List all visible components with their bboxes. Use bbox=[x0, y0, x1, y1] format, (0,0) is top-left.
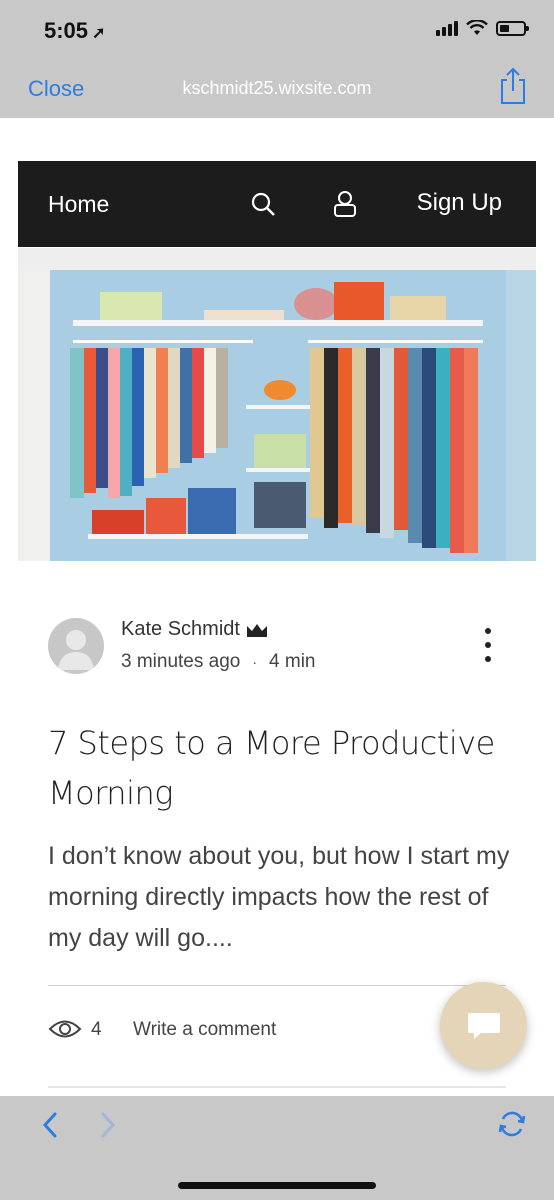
battery-icon bbox=[496, 20, 529, 36]
url-display[interactable]: kschmidt25.wixsite.com bbox=[0, 78, 554, 99]
crown-icon bbox=[246, 623, 267, 637]
closet-illustration bbox=[18, 270, 536, 561]
location-arrow-icon: ➚ bbox=[92, 25, 106, 42]
author-avatar[interactable] bbox=[48, 618, 104, 674]
write-comment-link[interactable]: Write a comment bbox=[133, 1019, 276, 1041]
cellular-signal-icon bbox=[436, 20, 458, 36]
section-rule bbox=[48, 1086, 506, 1088]
post-meta: 3 minutes ago · 4 min bbox=[121, 651, 316, 673]
more-options-icon[interactable] bbox=[480, 628, 496, 662]
eye-icon bbox=[48, 1020, 82, 1038]
hero-top-band bbox=[18, 248, 536, 270]
user-account-icon[interactable] bbox=[331, 190, 359, 218]
nav-home-link[interactable]: Home bbox=[48, 191, 109, 218]
divider bbox=[48, 985, 506, 986]
status-icons bbox=[436, 20, 529, 36]
site-navbar: Home Sign Up bbox=[18, 161, 536, 247]
view-count: 4 bbox=[91, 1019, 102, 1040]
sign-up-button[interactable]: Sign Up bbox=[417, 189, 502, 217]
browser-top-bar: 5:05 ➚ Close kschmidt25.wixsite.com bbox=[0, 0, 554, 118]
chat-button[interactable] bbox=[440, 982, 527, 1069]
author-row: Kate Schmidt bbox=[121, 618, 268, 641]
browser-bottom-bar bbox=[0, 1096, 554, 1200]
post-title[interactable]: 7 Steps to a More Productive Morning bbox=[48, 718, 518, 818]
read-time: 4 min bbox=[269, 651, 316, 672]
home-indicator bbox=[178, 1182, 376, 1189]
share-icon[interactable] bbox=[498, 66, 528, 106]
post-cover-image[interactable] bbox=[18, 270, 536, 561]
post-time: 3 minutes ago bbox=[121, 651, 241, 672]
search-icon[interactable] bbox=[250, 191, 276, 217]
reload-icon[interactable] bbox=[497, 1109, 527, 1139]
default-avatar-icon bbox=[58, 630, 94, 670]
status-time: 5:05 ➚ bbox=[44, 18, 106, 43]
meta-separator: · bbox=[252, 654, 258, 670]
forward-arrow-icon[interactable] bbox=[98, 1110, 118, 1140]
author-name[interactable]: Kate Schmidt bbox=[121, 618, 240, 641]
back-arrow-icon[interactable] bbox=[40, 1110, 60, 1140]
wifi-icon bbox=[466, 20, 488, 35]
chat-bubble-icon bbox=[467, 1012, 500, 1039]
post-excerpt[interactable]: I don’t know about you, but how I start … bbox=[48, 836, 518, 959]
